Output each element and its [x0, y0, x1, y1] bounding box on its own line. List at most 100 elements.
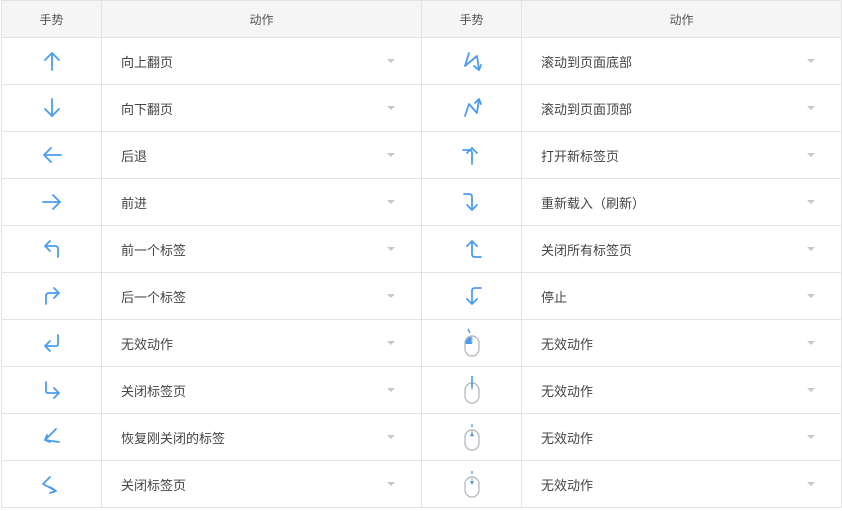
arrow-down-icon	[40, 98, 64, 117]
table-row: 无效动作	[421, 413, 842, 461]
left-up-icon	[460, 239, 484, 258]
left-down-icon	[460, 286, 484, 305]
mouse-scroll-up-icon	[460, 424, 484, 451]
gesture-cell	[1, 37, 102, 85]
chevron-down-icon[interactable]	[807, 482, 815, 486]
left-header-row: 手势 动作	[1, 0, 422, 38]
chevron-down-icon[interactable]	[387, 388, 395, 392]
mouse-middle-click-icon	[460, 376, 484, 404]
action-select[interactable]: 关闭标签页	[101, 460, 422, 508]
action-select[interactable]: 前进	[101, 178, 422, 226]
action-label: 滚动到页面顶部	[541, 102, 633, 118]
action-select[interactable]: 后一个标签	[101, 272, 422, 320]
chevron-down-icon[interactable]	[807, 59, 815, 63]
chevron-down-icon[interactable]	[807, 294, 815, 298]
gesture-cell	[421, 131, 522, 179]
chevron-down-icon[interactable]	[807, 247, 815, 251]
action-select[interactable]: 重新载入（刷新）	[521, 178, 842, 226]
gesture-cell	[421, 319, 522, 367]
action-select[interactable]: 恢复刚关闭的标签	[101, 413, 422, 461]
action-select[interactable]: 向上翻页	[101, 37, 422, 85]
table-row: 无效动作	[1, 319, 422, 367]
action-label: 向上翻页	[121, 55, 174, 71]
chevron-down-icon[interactable]	[387, 200, 395, 204]
zigzag-right-icon	[40, 474, 64, 494]
right-gesture-table: 手势 动作滚动到页面底部 滚动到页面顶部 打开新标签页重新载入（刷新） 关闭所有标签页停…	[421, 0, 842, 508]
action-select[interactable]: 滚动到页面顶部	[521, 84, 842, 132]
table-row: 停止	[421, 272, 842, 320]
gesture-cell	[1, 178, 102, 226]
right-header-row: 手势 动作	[421, 0, 842, 38]
chevron-down-icon[interactable]	[807, 200, 815, 204]
gesture-cell	[1, 225, 102, 273]
table-row: 前进	[1, 178, 422, 226]
left-header-action: 动作	[101, 0, 422, 38]
action-select[interactable]: 后退	[101, 131, 422, 179]
action-select[interactable]: 关闭所有标签页	[521, 225, 842, 273]
left-header-gesture: 手势	[1, 0, 102, 38]
action-select[interactable]: 停止	[521, 272, 842, 320]
action-select[interactable]: 无效动作	[521, 460, 842, 508]
action-label: 无效动作	[541, 478, 594, 494]
action-label: 向下翻页	[121, 102, 174, 118]
chevron-down-icon[interactable]	[807, 153, 815, 157]
chevron-down-icon[interactable]	[387, 106, 395, 110]
chevron-down-icon[interactable]	[807, 388, 815, 392]
action-select[interactable]: 打开新标签页	[521, 131, 842, 179]
table-row: 关闭标签页	[1, 460, 422, 508]
table-row: 后退	[1, 131, 422, 179]
action-select[interactable]: 无效动作	[521, 319, 842, 367]
left-gesture-table: 手势 动作 向上翻页 向下翻页 后退 前进 前一个标签 后一个标签 无效动作 关闭标签页 恢复刚关闭…	[1, 0, 422, 508]
zigzag-left-icon	[40, 427, 64, 446]
chevron-down-icon[interactable]	[387, 482, 395, 486]
action-label: 打开新标签页	[541, 149, 620, 165]
table-row: 无效动作	[421, 460, 842, 508]
chevron-down-icon[interactable]	[807, 435, 815, 439]
action-label: 前进	[121, 196, 148, 212]
gesture-cell	[421, 84, 522, 132]
gesture-cell	[1, 84, 102, 132]
chevron-down-icon[interactable]	[387, 294, 395, 298]
table-row: 滚动到页面底部	[421, 37, 842, 85]
chevron-down-icon[interactable]	[387, 247, 395, 251]
action-label: 滚动到页面底部	[541, 55, 633, 71]
gesture-cell	[1, 131, 102, 179]
chevron-down-icon[interactable]	[387, 59, 395, 63]
action-select[interactable]: 无效动作	[521, 413, 842, 461]
return-left-icon	[40, 333, 64, 352]
zigzag-down-icon	[460, 51, 484, 71]
action-label: 无效动作	[541, 384, 594, 400]
chevron-down-icon[interactable]	[807, 106, 815, 110]
action-label: 重新载入（刷新）	[541, 196, 646, 212]
action-label: 无效动作	[121, 337, 174, 353]
table-row: 后一个标签	[1, 272, 422, 320]
gesture-cell	[1, 366, 102, 414]
gesture-cell	[421, 225, 522, 273]
action-select[interactable]: 向下翻页	[101, 84, 422, 132]
gesture-cell	[421, 178, 522, 226]
action-select[interactable]: 关闭标签页	[101, 366, 422, 414]
gesture-cell	[421, 460, 522, 508]
action-label: 关闭标签页	[121, 478, 187, 494]
action-select[interactable]: 无效动作	[521, 366, 842, 414]
gesture-cell	[421, 413, 522, 461]
action-select[interactable]: 无效动作	[101, 319, 422, 367]
table-row: 向上翻页	[1, 37, 422, 85]
gesture-cell	[421, 272, 522, 320]
action-label: 无效动作	[541, 337, 594, 353]
chevron-down-icon[interactable]	[387, 341, 395, 345]
action-label: 关闭所有标签页	[541, 243, 633, 259]
turn-up-left-icon	[40, 239, 64, 258]
action-label: 停止	[541, 290, 568, 306]
zigzag-up-icon	[460, 98, 484, 117]
right-header-gesture: 手势	[421, 0, 522, 38]
chevron-down-icon[interactable]	[387, 153, 395, 157]
chevron-down-icon[interactable]	[387, 435, 395, 439]
action-select[interactable]: 前一个标签	[101, 225, 422, 273]
action-label: 无效动作	[541, 431, 594, 447]
action-select[interactable]: 滚动到页面底部	[521, 37, 842, 85]
gesture-cell	[421, 366, 522, 414]
gesture-cell	[1, 319, 102, 367]
chevron-down-icon[interactable]	[807, 341, 815, 345]
table-row: 关闭标签页	[1, 366, 422, 414]
